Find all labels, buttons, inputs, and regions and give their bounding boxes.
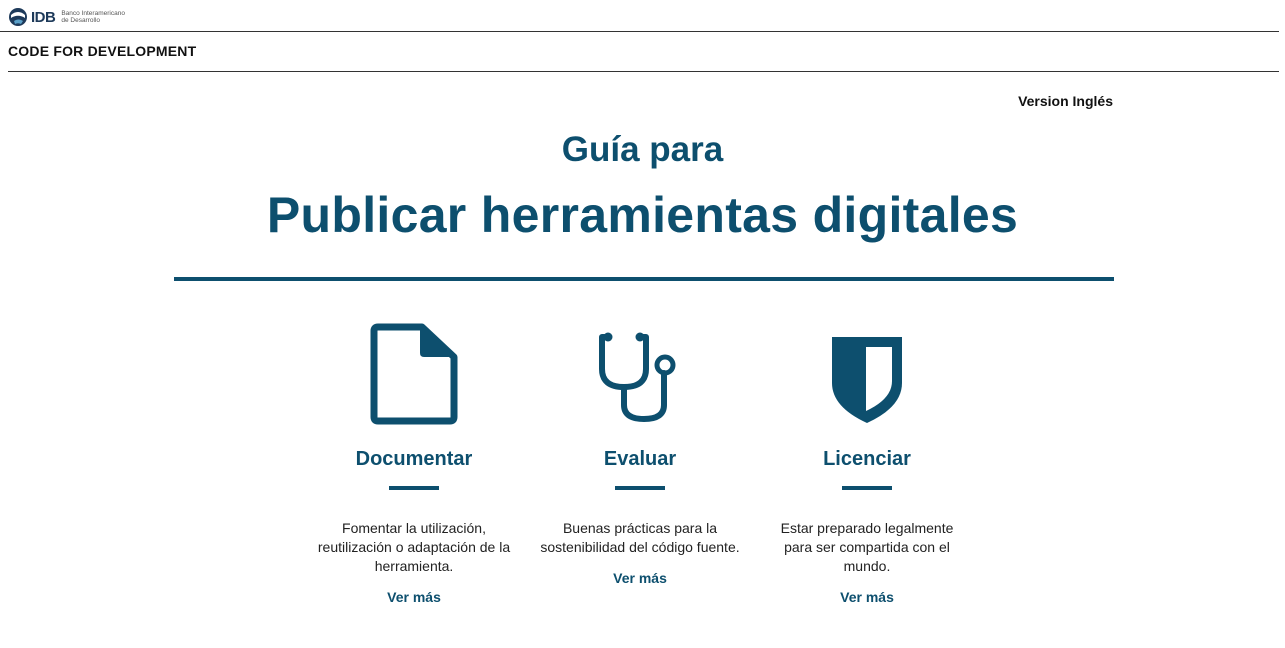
card-title: Licenciar bbox=[823, 448, 911, 470]
ver-mas-link[interactable]: Ver más bbox=[840, 589, 894, 605]
card-evaluar: Evaluar Buenas prácticas para la sosteni… bbox=[535, 320, 745, 588]
card-description: Fomentar la utilización, reutilización o… bbox=[317, 520, 511, 574]
language-switch-link[interactable]: Version Inglés bbox=[960, 93, 1113, 109]
title-divider bbox=[8, 71, 1279, 72]
header-divider bbox=[0, 31, 1279, 32]
hero-kicker: Guía para bbox=[561, 130, 724, 169]
hero-headline: Publicar herramientas digitales bbox=[266, 187, 1019, 243]
card-documentar: Documentar Fomentar la utilización, reut… bbox=[309, 320, 519, 607]
logo-subtext-line1: Banco Interamericano bbox=[61, 10, 125, 17]
card-title: Documentar bbox=[355, 448, 473, 470]
card-title: Evaluar bbox=[603, 448, 677, 470]
page: IDB Banco Interamericano de Desarrollo C… bbox=[0, 0, 1285, 648]
card-divider bbox=[842, 486, 892, 490]
idb-logo[interactable]: IDB Banco Interamericano de Desarrollo bbox=[8, 6, 125, 28]
hero-divider bbox=[174, 277, 1114, 281]
ver-mas-link[interactable]: Ver más bbox=[387, 589, 441, 605]
card-description: Estar preparado legalmente para ser comp… bbox=[780, 520, 954, 574]
ver-mas-link[interactable]: Ver más bbox=[613, 570, 667, 586]
logo-text: IDB bbox=[31, 8, 56, 26]
globe-icon bbox=[9, 8, 27, 26]
site-title[interactable]: CODE FOR DEVELOPMENT bbox=[8, 43, 196, 59]
card-divider bbox=[389, 486, 439, 490]
shield-icon[interactable] bbox=[830, 335, 904, 425]
stethoscope-icon[interactable] bbox=[598, 329, 682, 425]
card-divider bbox=[615, 486, 665, 490]
logo-subtext-line2: de Desarrollo bbox=[61, 17, 101, 24]
card-description: Buenas prácticas para la sostenibilidad … bbox=[540, 520, 740, 555]
logo-subtext: Banco Interamericano de Desarrollo bbox=[61, 10, 125, 24]
document-icon[interactable] bbox=[370, 323, 458, 425]
card-licenciar: Licenciar Estar preparado legalmente par… bbox=[762, 320, 972, 607]
